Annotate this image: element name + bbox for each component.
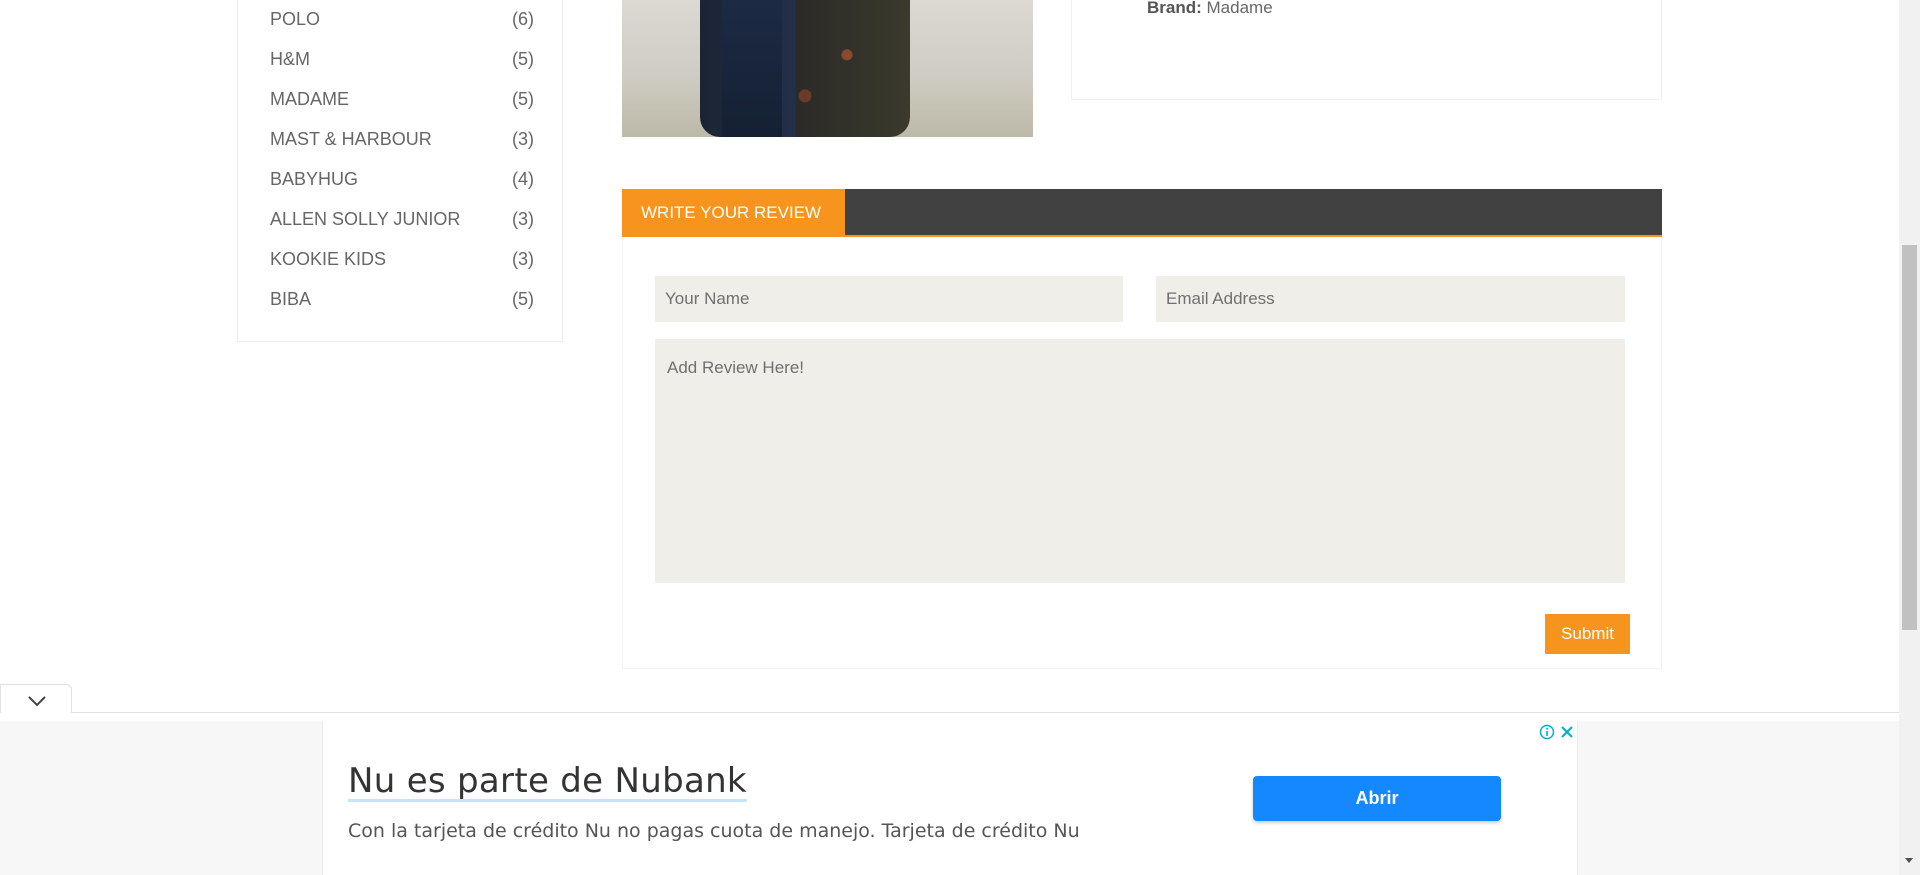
close-icon[interactable] [1559,724,1575,740]
brand-count: (3) [512,129,534,149]
brand-item-mast-harbour[interactable]: MAST & HARBOUR (3) [270,127,534,151]
brand-item-babyhug[interactable]: BABYHUG (4) [270,167,534,191]
brand-count: (3) [512,249,534,269]
review-textarea[interactable] [655,339,1625,583]
brand-item-allen-solly-junior[interactable]: ALLEN SOLLY JUNIOR (3) [270,207,534,231]
ad-collapse-button[interactable] [0,684,72,713]
tab-write-review[interactable]: WRITE YOUR REVIEW [622,189,845,237]
submit-button[interactable]: Submit [1545,614,1630,654]
brand-count: (5) [512,89,534,109]
info-icon[interactable] [1539,724,1555,740]
ad-title-link[interactable]: Nu es parte de Nubank [348,763,747,802]
ad-controls [1539,724,1579,742]
ad-open-button[interactable]: Abrir [1253,776,1501,821]
product-info-box: Brand: Madame [1071,0,1662,100]
ad-description: Con la tarjeta de crédito Nu no pagas cu… [348,820,1080,842]
brand-name: MADAME [270,89,350,109]
brand-name: BABYHUG [270,169,359,189]
brand-item-hm[interactable]: H&M (5) [270,47,534,71]
product-brand-line: Brand: Madame [1147,0,1273,16]
brand-count: (3) [512,209,534,229]
review-header: WRITE YOUR REVIEW [622,189,1662,237]
product-image[interactable] [622,0,1033,137]
product-drape-graphic [722,0,782,137]
scrollbar-thumb[interactable] [1902,245,1917,630]
brand-name: H&M [270,49,310,69]
ad-divider [0,712,1899,713]
brand-name: ALLEN SOLLY JUNIOR [270,209,461,229]
brand-count: (5) [512,49,534,69]
brand-label: Brand: [1147,0,1202,17]
brand-value: Madame [1206,0,1273,17]
brand-count: (4) [512,169,534,189]
brand-item-biba[interactable]: BIBA (5) [270,287,534,311]
review-form: Submit [622,237,1662,669]
brand-item-madame[interactable]: MADAME (5) [270,87,534,111]
brand-count: (6) [512,9,534,29]
brand-item-polo[interactable]: POLO (6) [270,7,534,31]
name-input[interactable] [655,276,1123,322]
chevron-down-icon [28,696,46,707]
brand-name: POLO [270,9,321,29]
brand-item-kookie-kids[interactable]: KOOKIE KIDS (3) [270,247,534,271]
brand-name: MAST & HARBOUR [270,129,432,149]
brand-filter-sidebar: POLO (6) H&M (5) MADAME (5) MAST & HARBO… [237,0,563,342]
brand-name: KOOKIE KIDS [270,249,387,269]
brand-count: (5) [512,289,534,309]
scroll-down-arrow-icon[interactable] [1905,858,1913,863]
ad-box[interactable]: Nu es parte de Nubank Con la tarjeta de … [322,721,1578,875]
brand-name: BIBA [270,289,312,309]
email-input[interactable] [1156,276,1625,322]
